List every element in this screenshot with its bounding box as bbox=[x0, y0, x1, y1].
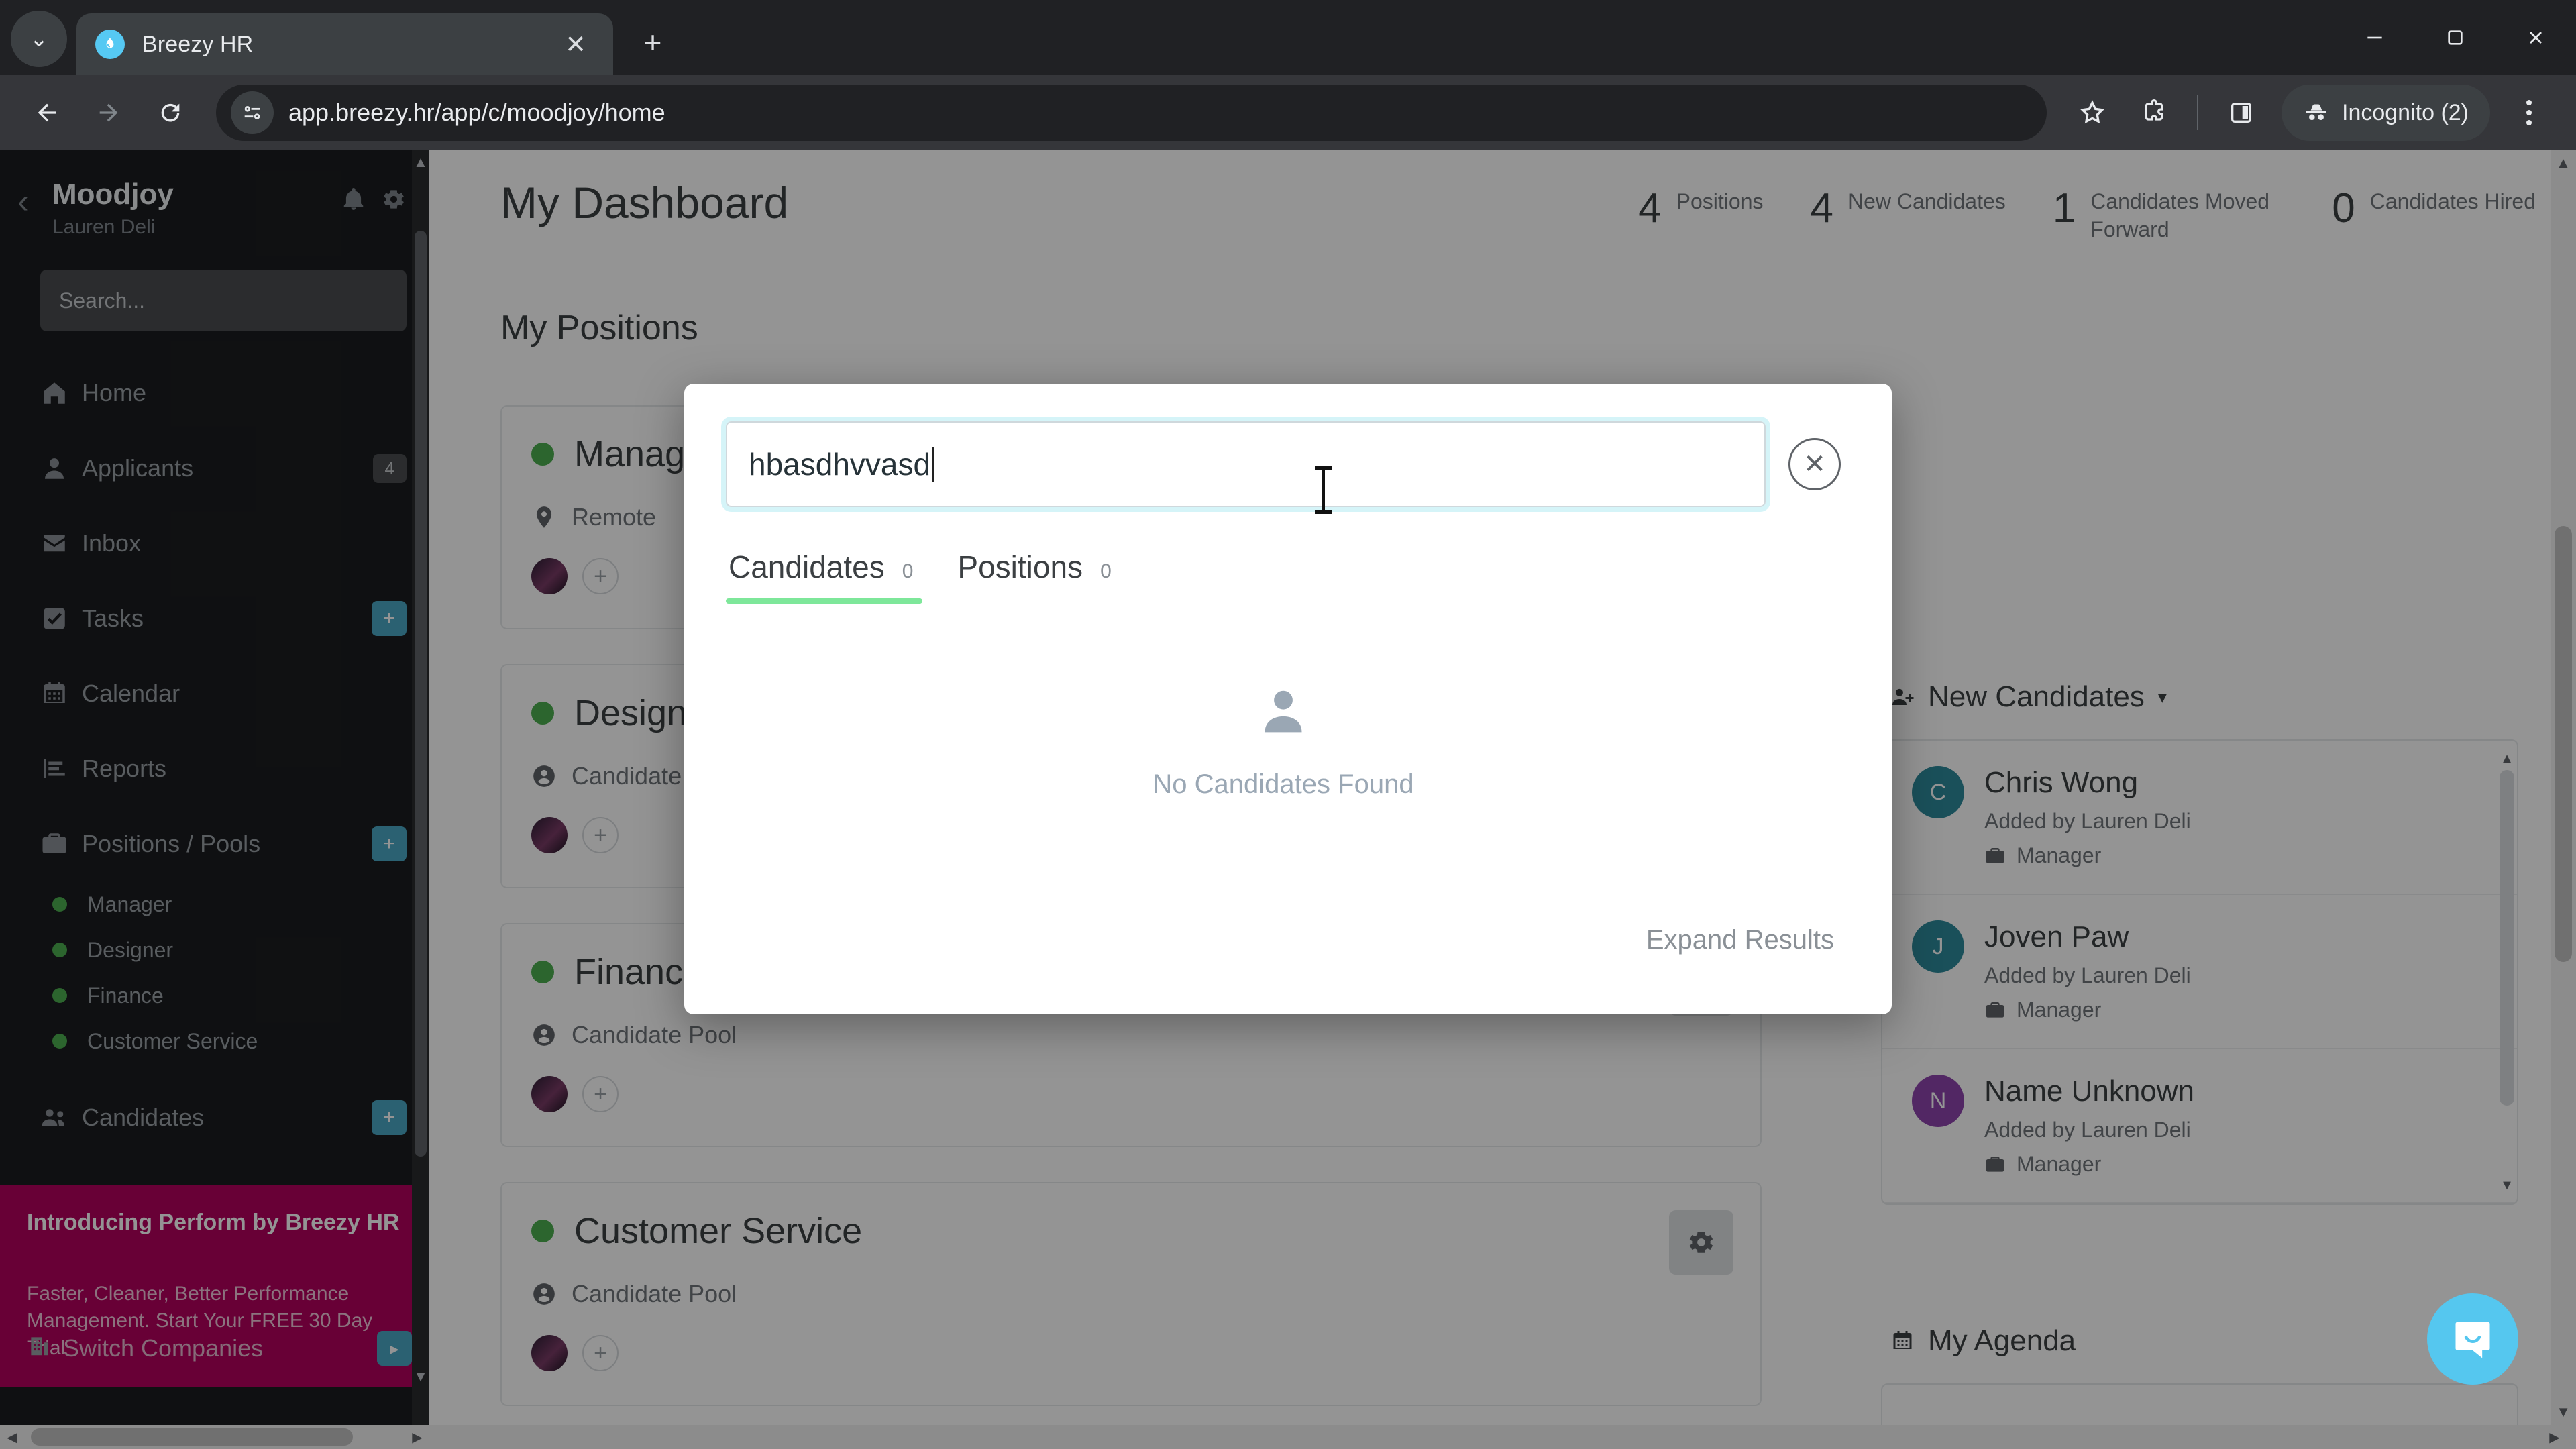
url-text: app.breezy.hr/app/c/moodjoy/home bbox=[288, 99, 665, 126]
text-caret bbox=[932, 447, 934, 482]
star-icon bbox=[2080, 100, 2105, 124]
tab-title: Breezy HR bbox=[142, 31, 254, 57]
browser-tab[interactable]: Breezy HR ✕ bbox=[76, 13, 613, 75]
browser-toolbar: app.breezy.hr/app/c/moodjoy/home Incogni… bbox=[0, 75, 2576, 150]
side-panel-button[interactable] bbox=[2213, 85, 2269, 141]
close-circle-icon[interactable]: ✕ bbox=[1788, 438, 1841, 490]
tab-count: 0 bbox=[902, 560, 914, 582]
profile-button[interactable]: Incognito (2) bbox=[2282, 85, 2490, 141]
chat-bubble-icon bbox=[2455, 1322, 2490, 1358]
window-close-button[interactable] bbox=[2496, 0, 2576, 75]
tab-candidates[interactable]: Candidates 0 bbox=[725, 549, 923, 604]
back-arrow-icon bbox=[38, 103, 56, 122]
browser-menu-button[interactable] bbox=[2501, 85, 2557, 141]
tab-strip: ⌄ Breezy HR ✕ + bbox=[0, 0, 2576, 75]
back-button[interactable] bbox=[19, 85, 75, 141]
person-icon bbox=[1265, 690, 1302, 733]
side-panel-icon bbox=[2231, 103, 2251, 123]
tab-positions[interactable]: Positions 0 bbox=[957, 549, 1111, 604]
tab-count: 0 bbox=[1100, 560, 1112, 582]
close-icon[interactable]: ✕ bbox=[557, 25, 594, 63]
browser-window: ⌄ Breezy HR ✕ + app.breezy.hr/app/c/mood… bbox=[0, 0, 2576, 1449]
tab-label: Candidates bbox=[729, 549, 885, 584]
expand-results-button[interactable]: Expand Results bbox=[1646, 925, 1834, 955]
page-viewport: ‹ Moodjoy Lauren Deli Search... Home App… bbox=[0, 150, 2576, 1449]
text-cursor bbox=[1315, 466, 1332, 514]
breezy-cloud-icon bbox=[95, 30, 125, 59]
profile-label: Incognito (2) bbox=[2342, 99, 2469, 125]
reload-icon bbox=[161, 103, 180, 122]
minimize-icon bbox=[2367, 36, 2382, 39]
site-settings-icon[interactable] bbox=[231, 91, 274, 134]
search-results-empty-state: No Candidates Found bbox=[726, 604, 1841, 800]
modal-tabs: Candidates 0 Positions 0 bbox=[725, 549, 1841, 604]
incognito-hat-icon bbox=[2306, 104, 2326, 120]
modal-search-row: hbasdhvvasd ✕ bbox=[726, 421, 1841, 507]
new-tab-button[interactable]: + bbox=[628, 17, 678, 67]
minimize-button[interactable] bbox=[2334, 0, 2415, 75]
extensions-puzzle-icon bbox=[2145, 99, 2163, 121]
search-input-value: hbasdhvvasd bbox=[749, 447, 931, 482]
tab-label: Positions bbox=[957, 549, 1083, 584]
bookmark-button[interactable] bbox=[2064, 85, 2121, 141]
search-modal: hbasdhvvasd ✕ Candidates 0 Positions 0 N… bbox=[684, 384, 1892, 1014]
plus-icon: + bbox=[643, 25, 662, 60]
forward-arrow-icon bbox=[99, 103, 118, 122]
kebab-menu-icon bbox=[2526, 100, 2532, 105]
extensions-button[interactable] bbox=[2126, 85, 2182, 141]
toolbar-divider bbox=[2197, 95, 2198, 130]
maximize-icon bbox=[2448, 30, 2463, 45]
reload-button[interactable] bbox=[142, 85, 199, 141]
address-bar[interactable]: app.breezy.hr/app/c/moodjoy/home bbox=[216, 85, 2047, 141]
search-input[interactable]: hbasdhvvasd bbox=[726, 421, 1766, 507]
chat-widget-button[interactable] bbox=[2427, 1293, 2518, 1385]
window-close-icon bbox=[2530, 32, 2542, 44]
empty-text: No Candidates Found bbox=[1152, 769, 1414, 799]
tab-search-button[interactable]: ⌄ bbox=[11, 11, 67, 67]
forward-button[interactable] bbox=[80, 85, 137, 141]
window-controls bbox=[2334, 0, 2576, 75]
chevron-down-icon: ⌄ bbox=[29, 26, 49, 52]
maximize-button[interactable] bbox=[2415, 0, 2496, 75]
